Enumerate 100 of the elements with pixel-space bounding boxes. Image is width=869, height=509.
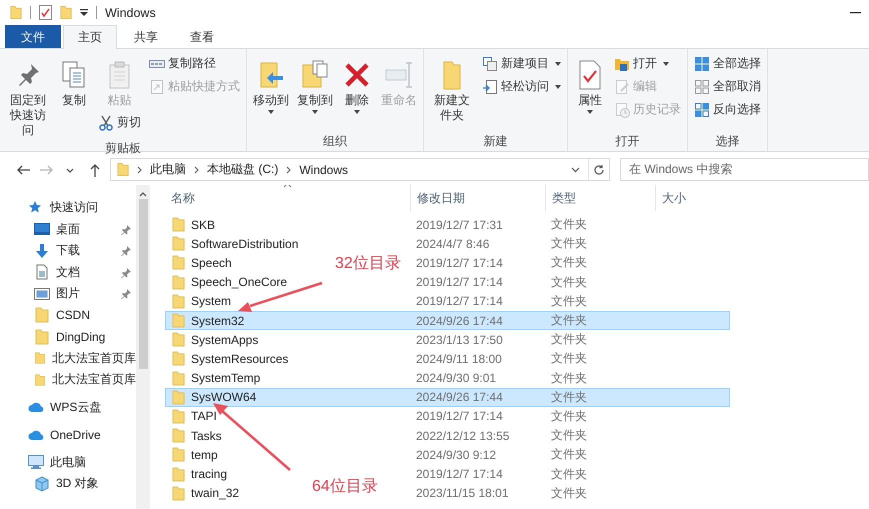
document-icon (34, 264, 50, 280)
ribbon-tab[interactable]: 主页 (63, 25, 117, 49)
ribbon-button[interactable]: 全部取消 (691, 76, 764, 97)
nav-item[interactable]: 图片 (56, 285, 80, 302)
date-cell-text: 2024/4/7 8:46 (415, 236, 490, 251)
pin-icon[interactable] (121, 289, 131, 299)
nav-item[interactable]: CSDN (56, 308, 90, 322)
pin-icon[interactable] (121, 246, 131, 256)
file-name: SoftwareDistribution (191, 236, 298, 251)
ribbon-button[interactable]: 新建文件夹 (427, 53, 477, 125)
scrollbar-thumb[interactable] (138, 199, 148, 369)
ribbon-button[interactable]: 轻松访问 (479, 76, 564, 97)
nav-item[interactable]: 北大法宝首页库 (52, 371, 136, 388)
ribbon-button[interactable]: 删除 (338, 53, 376, 116)
folder-icon (172, 313, 185, 328)
folder-icon (172, 294, 185, 309)
ribbon-button[interactable]: 新建项目 (479, 53, 564, 74)
easy-access-icon (482, 78, 498, 94)
search-field[interactable]: 在 Windows 中搜索 (620, 158, 869, 181)
ribbon-tab[interactable]: 查看 (175, 25, 229, 48)
properties-icon[interactable] (39, 5, 52, 20)
nav-item[interactable]: DingDing (56, 330, 106, 344)
breadcrumb[interactable]: 本地磁盘 (C:) (207, 161, 278, 178)
scroll-up-icon[interactable] (139, 191, 147, 197)
nav-item[interactable]: 快速访问 (50, 199, 98, 216)
file-row[interactable]: SysWOW64 2024/9/26 17:44 文件夹 (165, 388, 730, 407)
ribbon-button[interactable]: 反向选择 (691, 99, 764, 120)
nav-item[interactable]: 此电脑 (50, 454, 86, 471)
folder-icon (172, 428, 185, 444)
address-bar[interactable]: 此电脑 本地磁盘 (C:) Windows (110, 158, 610, 181)
back-button-icon[interactable] (16, 162, 30, 176)
ribbon-button[interactable]: 复制到 (294, 53, 336, 116)
nav-item[interactable]: 北大法宝首页库 (52, 350, 136, 367)
pin-icon[interactable] (121, 268, 131, 278)
annotation-label: 32位目录 (335, 254, 401, 274)
file-row[interactable]: System32 2024/9/26 17:44 文件夹 (165, 310, 730, 330)
file-name: SystemTemp (191, 371, 260, 386)
date-cell-text: 2024/9/11 18:00 (415, 352, 503, 366)
column-header[interactable]: 名称 (165, 185, 410, 211)
folder-icon (10, 5, 22, 20)
group-label: 打开 (614, 133, 640, 150)
new-item-icon (482, 56, 498, 72)
file-name: Tasks (191, 428, 222, 443)
chevron-icon[interactable] (137, 166, 142, 174)
nav-item[interactable]: OneDrive (50, 428, 101, 442)
scrollbar[interactable] (136, 185, 150, 509)
file-name: SystemApps (191, 332, 258, 347)
type-cell-text: 文件夹 (550, 331, 588, 348)
ribbon-button[interactable]: 全部选择 (691, 53, 764, 74)
date-cell-text: 2019/12/7 17:14 (415, 275, 504, 290)
folder-icon (60, 5, 72, 20)
nav-item[interactable]: 3D 对象 (56, 475, 99, 492)
chevron-icon[interactable] (194, 166, 199, 174)
file-name: SystemResources (191, 352, 288, 366)
up-button-icon[interactable] (88, 162, 102, 176)
file-name: twain_32 (191, 486, 240, 500)
ribbon-button[interactable]: 打开 (611, 53, 684, 74)
breadcrumb[interactable]: Windows (299, 162, 348, 176)
minimize-icon[interactable] (850, 12, 861, 14)
folder-icon (172, 217, 185, 232)
date-cell-text: 2019/12/7 17:31 (415, 218, 504, 232)
column-header[interactable]: 大小 (655, 185, 735, 211)
column-header[interactable]: 类型 (545, 185, 655, 211)
ribbon-button[interactable]: 属性 (571, 53, 609, 116)
type-cell-text: 文件夹 (550, 408, 588, 425)
group-label: 选择 (714, 133, 740, 150)
edit-icon (614, 78, 630, 94)
folder-icon (172, 447, 185, 462)
nav-item[interactable]: WPS云盘 (50, 398, 102, 416)
type-cell-text: 文件夹 (550, 292, 588, 310)
dropdown-icon[interactable] (571, 166, 580, 172)
invert-selection-icon (694, 102, 710, 118)
scissors-icon (98, 114, 114, 130)
type-cell-text: 文件夹 (550, 254, 588, 272)
breadcrumb[interactable]: 此电脑 (150, 161, 186, 178)
desktop-icon (34, 221, 50, 238)
ribbon-tab[interactable]: 共享 (119, 25, 173, 48)
dropdown-icon[interactable] (80, 8, 88, 16)
column-header[interactable]: 修改日期 (410, 185, 545, 211)
file-menu-tab[interactable]: 文件 (5, 25, 61, 48)
folder-icon (34, 307, 50, 324)
nav-item[interactable]: 桌面 (56, 220, 80, 238)
computer-icon (28, 454, 44, 470)
ribbon-button[interactable]: 移动到 (250, 53, 292, 116)
ribbon-button[interactable]: 剪切 (95, 112, 144, 133)
date-cell-text: 2024/9/30 9:01 (415, 371, 498, 386)
ribbon-button[interactable]: 复制 (55, 53, 93, 110)
nav-item[interactable]: 文档 (56, 264, 80, 281)
chevron-icon[interactable] (286, 166, 292, 174)
download-arrow-icon (34, 242, 50, 259)
folder-icon (34, 350, 46, 366)
date-cell-text: 2024/9/30 9:12 (415, 448, 498, 462)
date-cell-text: 2024/9/26 17:44 (415, 314, 504, 328)
ribbon-button[interactable]: 固定到快速访问 (3, 53, 53, 140)
refresh-icon[interactable] (593, 164, 605, 176)
nav-item[interactable]: 下载 (56, 242, 80, 260)
ribbon-button[interactable]: 复制路径 (146, 53, 243, 74)
date-cell-text: 2023/1/13 17:50 (415, 332, 504, 347)
pin-icon[interactable] (121, 224, 131, 234)
file-name: SKB (191, 218, 216, 232)
